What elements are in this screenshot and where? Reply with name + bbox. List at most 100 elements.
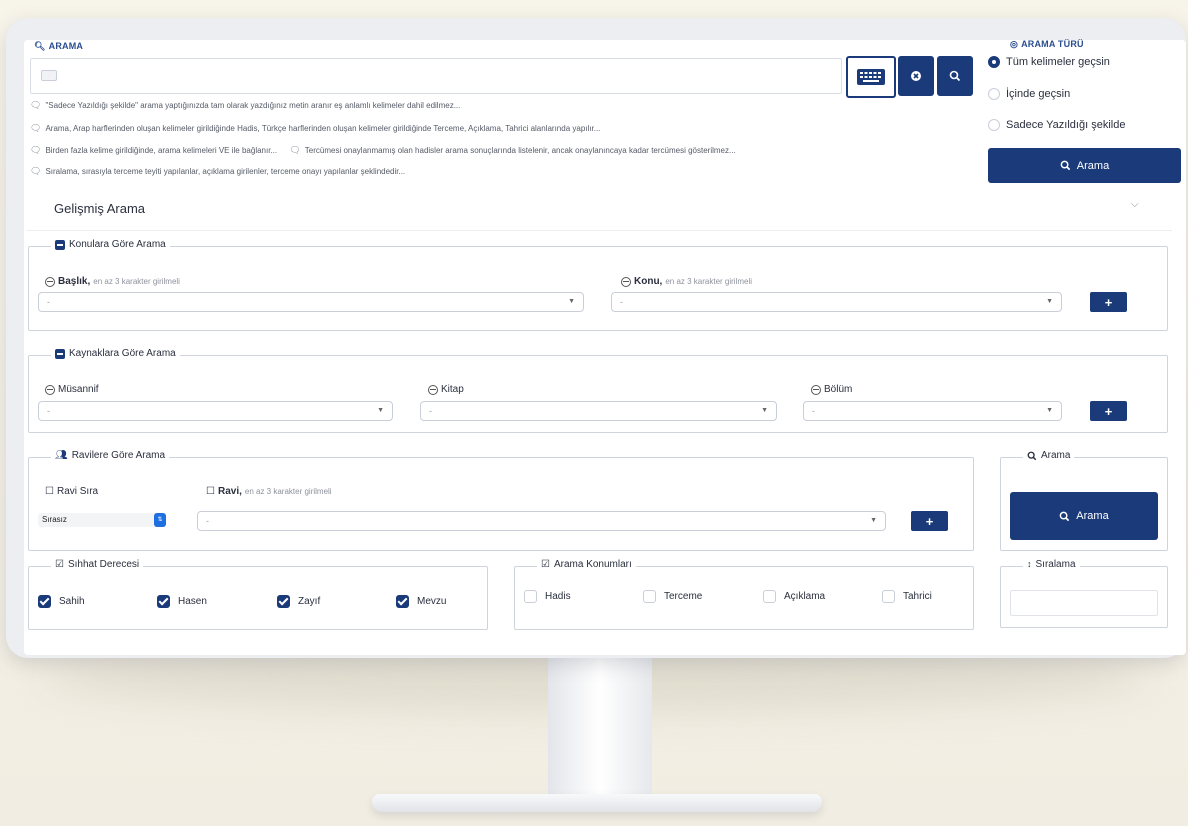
minus-circle-icon xyxy=(428,384,438,395)
checkbox[interactable] xyxy=(882,590,895,603)
radio-exact[interactable]: Sadece Yazıldığı şekilde xyxy=(988,119,1125,131)
main-search-button[interactable]: Arama xyxy=(988,148,1181,183)
topics-fieldset: Konulara Göre Arama xyxy=(28,239,1168,331)
close-circle-icon xyxy=(911,71,921,81)
check-square-icon: ☑ xyxy=(541,558,550,570)
radio-button[interactable] xyxy=(988,56,1000,68)
kitap-label: Kitap xyxy=(428,384,464,395)
radio-button[interactable] xyxy=(988,88,1000,100)
search-icon xyxy=(1060,160,1071,171)
baslik-label: Başlık, en az 3 karakter girilmeli xyxy=(45,276,180,287)
bookmark-icon: ☐ xyxy=(206,485,215,497)
monitor-stand-base xyxy=(372,794,822,812)
comment-icon: 🗨︎ xyxy=(30,166,42,176)
sorting-input[interactable] xyxy=(1010,590,1158,616)
search-icon xyxy=(949,70,961,82)
checkbox-terceme[interactable]: Terceme xyxy=(643,590,702,603)
add-narrator-button[interactable]: + xyxy=(911,511,948,531)
musannif-select[interactable]: - ▼ xyxy=(38,401,393,421)
advanced-search-toggle[interactable]: Gelişmiş Arama xyxy=(54,201,145,216)
collapse-icon[interactable] xyxy=(55,348,65,359)
target-icon: ◎ xyxy=(1010,38,1019,49)
checkbox-sahih[interactable]: Sahih xyxy=(38,595,85,608)
monitor-stand-neck xyxy=(548,658,652,808)
narrators-fieldset: 👥︎ Ravilere Göre Arama xyxy=(28,450,974,551)
sort-icon: ↕ xyxy=(1027,559,1032,569)
users-icon: 👥︎ xyxy=(55,449,68,461)
search-icon xyxy=(1059,511,1070,521)
search-label: 🔍︎ ARAMA xyxy=(34,40,84,51)
advanced-search-button[interactable]: Arama xyxy=(1010,492,1158,540)
check-square-icon: ☑ xyxy=(55,558,64,570)
minus-circle-icon xyxy=(811,384,821,395)
caret-down-icon: ▼ xyxy=(377,407,384,414)
checkbox[interactable] xyxy=(643,590,656,603)
ravi-select[interactable]: - ▼ xyxy=(197,511,886,531)
baslik-select[interactable]: - ▼ xyxy=(38,292,584,312)
caret-down-icon: ▼ xyxy=(870,517,877,524)
chevron-down-icon[interactable]: ⌵ xyxy=(1131,199,1139,210)
comment-icon: 🗨︎ xyxy=(289,145,301,155)
keyboard-icon xyxy=(857,69,885,85)
caret-down-icon: ▼ xyxy=(1046,407,1053,414)
hint-line: 🗨︎ Arama, Arap harflerinden oluşan kelime… xyxy=(30,123,601,134)
authenticity-legend: ☑ Sıhhat Derecesi xyxy=(51,558,144,570)
bolum-select[interactable]: - ▼ xyxy=(803,401,1062,421)
search-icon: 🔍︎ xyxy=(34,40,46,51)
sources-fieldset: Kaynaklara Göre Arama xyxy=(28,348,1168,433)
minus-circle-icon xyxy=(45,276,55,287)
search-input[interactable] xyxy=(30,58,842,94)
hint-line: 🗨︎ "Sadece Yazıldığı şekilde" arama yaptı… xyxy=(30,100,461,111)
search-type-label: ◎ ARAMA TÜRÜ xyxy=(1010,38,1084,49)
konu-select[interactable]: - ▼ xyxy=(611,292,1062,312)
comment-icon: 🗨︎ xyxy=(30,123,42,133)
checkbox[interactable] xyxy=(157,595,170,608)
ravi-sira-label: ☐ Ravi Sıra xyxy=(45,485,99,497)
search-icon xyxy=(1027,451,1037,460)
sorting-legend: ↕ Sıralama xyxy=(1023,559,1080,570)
checkbox[interactable] xyxy=(38,595,51,608)
checkbox-mevzu[interactable]: Mevzu xyxy=(396,595,446,608)
caret-down-icon: ▼ xyxy=(761,407,768,414)
locations-legend: ☑ Arama Konumları xyxy=(537,559,636,570)
hint-line: 🗨︎ Sıralama, sırasıyla terceme teyiti yap… xyxy=(30,166,406,177)
bookmark-icon: ☐ xyxy=(45,485,54,497)
hint-line: 🗨︎ Birden fazla kelime girildiğinde, aram… xyxy=(30,145,736,156)
checkbox[interactable] xyxy=(277,595,290,608)
comment-icon: 🗨︎ xyxy=(30,100,42,110)
ravi-sira-select[interactable]: Sırasız ⇅ xyxy=(38,513,166,527)
checkbox-aciklama[interactable]: Açıklama xyxy=(763,590,825,603)
checkbox[interactable] xyxy=(763,590,776,603)
divider xyxy=(26,230,1172,231)
virtual-keyboard-button[interactable] xyxy=(846,56,896,98)
radio-all-words[interactable]: Tüm kelimeler geçsin xyxy=(988,56,1110,68)
radio-button[interactable] xyxy=(988,119,1000,131)
konu-label: Konu, en az 3 karakter girilmeli xyxy=(621,276,752,287)
sources-legend: Kaynaklara Göre Arama xyxy=(51,348,180,359)
search-button[interactable] xyxy=(937,56,973,96)
search-box-legend: Arama xyxy=(1023,450,1075,461)
clear-search-button[interactable] xyxy=(898,56,934,96)
narrators-legend: 👥︎ Ravilere Göre Arama xyxy=(51,449,170,461)
caret-down-icon: ▼ xyxy=(1046,298,1053,305)
checkbox[interactable] xyxy=(396,595,409,608)
bolum-label: Bölüm xyxy=(811,384,852,395)
add-topic-button[interactable]: + xyxy=(1090,292,1127,312)
checkbox-tahrici[interactable]: Tahrici xyxy=(882,590,932,603)
checkbox-hadis[interactable]: Hadis xyxy=(524,590,571,603)
ravi-label: ☐ Ravi, en az 3 karakter girilmeli xyxy=(206,485,332,497)
comment-icon: 🗨︎ xyxy=(30,145,42,155)
radio-contains[interactable]: İçinde geçsin xyxy=(988,88,1070,100)
checkbox-hasen[interactable]: Hasen xyxy=(157,595,207,608)
keyboard-icon xyxy=(41,70,57,81)
add-source-button[interactable]: + xyxy=(1090,401,1127,421)
collapse-icon[interactable] xyxy=(55,239,65,250)
topics-legend: Konulara Göre Arama xyxy=(51,239,170,250)
caret-down-icon: ▼ xyxy=(568,298,575,305)
checkbox[interactable] xyxy=(524,590,537,603)
minus-circle-icon xyxy=(621,276,631,287)
kitap-select[interactable]: - ▼ xyxy=(420,401,777,421)
musannif-label: Müsannif xyxy=(45,384,99,395)
checkbox-zayif[interactable]: Zayıf xyxy=(277,595,320,608)
stepper-icon: ⇅ xyxy=(154,513,166,527)
